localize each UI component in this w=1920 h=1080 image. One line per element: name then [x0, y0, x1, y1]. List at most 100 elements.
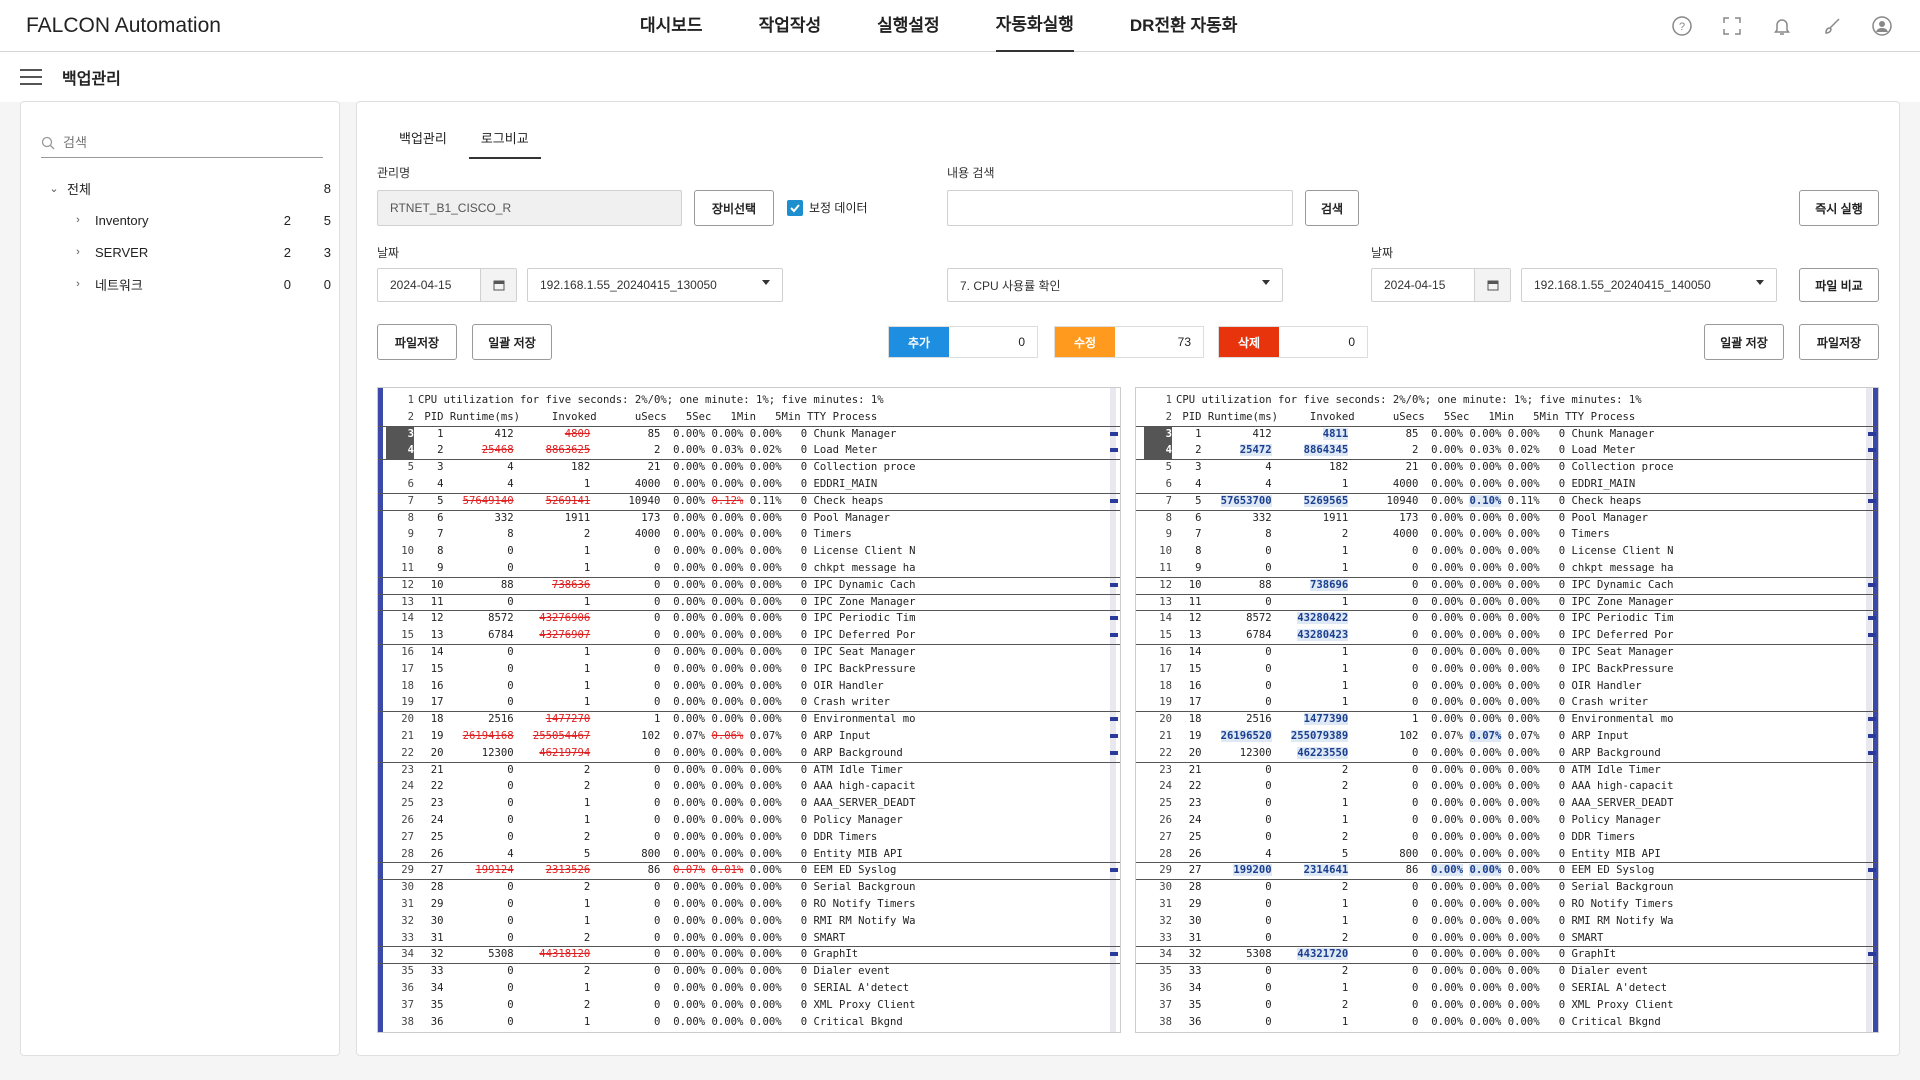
diff-line[interactable]: 7 5 57653700 5269565 10940 0.00% 0.10% 0…: [1136, 493, 1878, 510]
diff-line[interactable]: 37 35 0 2 0 0.00% 0.00% 0.00% 0 XML Prox…: [378, 997, 1120, 1014]
diff-pane-right[interactable]: 1 CPU utilization for five seconds: 2%/0%…: [1135, 387, 1879, 1033]
diff-line[interactable]: 28 26 4 5 800 0.00% 0.00% 0.00% 0 Entity…: [378, 846, 1120, 863]
diff-line[interactable]: 8 6 332 1911 173 0.00% 0.00% 0.00% 0 Poo…: [378, 510, 1120, 527]
content-search-input[interactable]: [947, 190, 1293, 226]
checkbox-checked-icon[interactable]: [787, 199, 803, 216]
diff-line[interactable]: 22 20 12300 46223550 0 0.00% 0.00% 0.00%…: [1136, 745, 1878, 762]
diff-line[interactable]: 26 24 0 1 0 0.00% 0.00% 0.00% 0 Policy M…: [1136, 812, 1878, 829]
diff-line[interactable]: 12 10 88 738636 0 0.00% 0.00% 0.00% 0 IP…: [378, 577, 1120, 594]
run-now-button[interactable]: 즉시 실행: [1799, 190, 1879, 226]
diff-line[interactable]: 14 12 8572 43280422 0 0.00% 0.00% 0.00% …: [1136, 610, 1878, 627]
diff-line[interactable]: 34 32 5308 44318120 0 0.00% 0.00% 0.00% …: [378, 946, 1120, 963]
diff-line[interactable]: 37 35 0 2 0 0.00% 0.00% 0.00% 0 XML Prox…: [1136, 997, 1878, 1014]
diff-line[interactable]: 9 7 8 2 4000 0.00% 0.00% 0.00% 0 Timers: [378, 526, 1120, 543]
diff-line[interactable]: 22 20 12300 46219794 0 0.00% 0.00% 0.00%…: [378, 745, 1120, 762]
menu-icon[interactable]: [20, 69, 42, 85]
diff-line[interactable]: 38 36 0 1 0 0.00% 0.00% 0.00% 0 Critical…: [378, 1014, 1120, 1031]
nav-dashboard[interactable]: 대시보드: [640, 0, 703, 52]
mgmt-field[interactable]: RTNET_B1_CISCO_R: [377, 190, 682, 226]
diff-line[interactable]: 26 24 0 1 0 0.00% 0.00% 0.00% 0 Policy M…: [378, 812, 1120, 829]
diff-line[interactable]: 21 19 26196520 255079389 102 0.07% 0.07%…: [1136, 728, 1878, 745]
diff-line[interactable]: 27 25 0 2 0 0.00% 0.00% 0.00% 0 DDR Time…: [1136, 829, 1878, 846]
tree-item-inventory[interactable]: › Inventory 2 5: [41, 204, 331, 236]
diff-line[interactable]: 30 28 0 2 0 0.00% 0.00% 0.00% 0 Serial B…: [1136, 879, 1878, 896]
diff-line[interactable]: 6 4 4 1 4000 0.00% 0.00% 0.00% 0 EDDRI_M…: [1136, 476, 1878, 493]
diff-line[interactable]: 34 32 5308 44321720 0 0.00% 0.00% 0.00% …: [1136, 946, 1878, 963]
diff-line[interactable]: 25 23 0 1 0 0.00% 0.00% 0.00% 0 AAA_SERV…: [378, 795, 1120, 812]
calendar-icon[interactable]: [1474, 269, 1510, 301]
fullscreen-icon[interactable]: [1720, 14, 1744, 38]
chevron-right-icon[interactable]: ›: [65, 214, 91, 226]
diff-pane-left[interactable]: 1 CPU utilization for five seconds: 2%/0%…: [377, 387, 1121, 1033]
diff-line[interactable]: 19 17 0 1 0 0.00% 0.00% 0.00% 0 Crash wr…: [378, 694, 1120, 711]
nav-job-create[interactable]: 작업작성: [759, 0, 822, 52]
file-select-right[interactable]: 192.168.1.55_20240415_140050: [1521, 268, 1777, 302]
nav-automation-run[interactable]: 자동화실행: [995, 0, 1074, 52]
diff-line[interactable]: 14 12 8572 43276906 0 0.00% 0.00% 0.00% …: [378, 610, 1120, 627]
file-compare-button[interactable]: 파일 비교: [1799, 268, 1879, 302]
diff-line[interactable]: 4 2 25468 8863625 2 0.00% 0.03% 0.02% 0 …: [378, 442, 1120, 460]
diff-line[interactable]: 11 9 0 1 0 0.00% 0.00% 0.00% 0 chkpt mes…: [378, 560, 1120, 577]
diff-line[interactable]: 29 27 199200 2314641 86 0.00% 0.00% 0.00…: [1136, 862, 1878, 879]
diff-line[interactable]: 31 29 0 1 0 0.00% 0.00% 0.00% 0 RO Notif…: [1136, 896, 1878, 913]
diff-line[interactable]: 35 33 0 2 0 0.00% 0.00% 0.00% 0 Dialer e…: [378, 963, 1120, 980]
tree-search-input[interactable]: [63, 135, 303, 150]
diff-line[interactable]: 4 2 25472 8864345 2 0.00% 0.03% 0.02% 0 …: [1136, 442, 1878, 460]
file-select-left[interactable]: 192.168.1.55_20240415_130050: [527, 268, 783, 302]
diff-line[interactable]: 24 22 0 2 0 0.00% 0.00% 0.00% 0 AAA high…: [378, 778, 1120, 795]
nav-run-settings[interactable]: 실행설정: [877, 0, 940, 52]
diff-line[interactable]: 9 7 8 2 4000 0.00% 0.00% 0.00% 0 Timers: [1136, 526, 1878, 543]
brush-icon[interactable]: [1820, 14, 1844, 38]
tree-item-server[interactable]: › SERVER 2 3: [41, 236, 331, 268]
diff-line[interactable]: 13 11 0 1 0 0.00% 0.00% 0.00% 0 IPC Zone…: [378, 594, 1120, 611]
correct-data-checkbox[interactable]: 보정 데이터: [787, 199, 868, 216]
diff-line[interactable]: 21 19 26194168 255054467 102 0.07% 0.06%…: [378, 728, 1120, 745]
diff-line[interactable]: 17 15 0 1 0 0.00% 0.00% 0.00% 0 IPC Back…: [378, 661, 1120, 678]
diff-line[interactable]: 13 11 0 1 0 0.00% 0.00% 0.00% 0 IPC Zone…: [1136, 594, 1878, 611]
diff-line[interactable]: 10 8 0 1 0 0.00% 0.00% 0.00% 0 License C…: [1136, 543, 1878, 560]
calendar-icon[interactable]: [480, 269, 516, 301]
date-input-left[interactable]: 2024-04-15: [377, 268, 517, 302]
save-all-left-button[interactable]: 일괄 저장: [472, 324, 552, 360]
diff-line[interactable]: 16 14 0 1 0 0.00% 0.00% 0.00% 0 IPC Seat…: [378, 644, 1120, 661]
diff-line[interactable]: 36 34 0 1 0 0.00% 0.00% 0.00% 0 SERIAL A…: [1136, 980, 1878, 997]
diff-line[interactable]: 25 23 0 1 0 0.00% 0.00% 0.00% 0 AAA_SERV…: [1136, 795, 1878, 812]
user-icon[interactable]: [1870, 14, 1894, 38]
diff-line[interactable]: 23 21 0 2 0 0.00% 0.00% 0.00% 0 ATM Idle…: [378, 762, 1120, 779]
diff-line[interactable]: 18 16 0 1 0 0.00% 0.00% 0.00% 0 OIR Hand…: [378, 678, 1120, 695]
diff-line[interactable]: 32 30 0 1 0 0.00% 0.00% 0.00% 0 RMI RM N…: [378, 913, 1120, 930]
search-button[interactable]: 검색: [1305, 190, 1359, 226]
equip-select-button[interactable]: 장비선택: [694, 190, 774, 226]
nav-dr-automation[interactable]: DR전환 자동화: [1130, 0, 1237, 52]
tab-log-compare[interactable]: 로그비교: [468, 116, 541, 159]
tab-backup[interactable]: 백업관리: [387, 116, 459, 159]
diff-line[interactable]: 35 33 0 2 0 0.00% 0.00% 0.00% 0 Dialer e…: [1136, 963, 1878, 980]
diff-line[interactable]: 36 34 0 1 0 0.00% 0.00% 0.00% 0 SERIAL A…: [378, 980, 1120, 997]
diff-line[interactable]: 10 8 0 1 0 0.00% 0.00% 0.00% 0 License C…: [378, 543, 1120, 560]
diff-line[interactable]: 15 13 6784 43276907 0 0.00% 0.00% 0.00% …: [378, 627, 1120, 644]
diff-line[interactable]: 16 14 0 1 0 0.00% 0.00% 0.00% 0 IPC Seat…: [1136, 644, 1878, 661]
diff-line[interactable]: 17 15 0 1 0 0.00% 0.00% 0.00% 0 IPC Back…: [1136, 661, 1878, 678]
diff-line[interactable]: 8 6 332 1911 173 0.00% 0.00% 0.00% 0 Poo…: [1136, 510, 1878, 527]
diff-line[interactable]: 12 10 88 738696 0 0.00% 0.00% 0.00% 0 IP…: [1136, 577, 1878, 594]
save-file-right-button[interactable]: 파일저장: [1799, 324, 1879, 360]
app-logo[interactable]: FALCON Automation: [26, 14, 221, 38]
bell-icon[interactable]: [1770, 14, 1794, 38]
chevron-down-icon[interactable]: ⌄: [41, 182, 67, 195]
diff-line[interactable]: 3 1 412 4811 85 0.00% 0.00% 0.00% 0 Chun…: [1136, 425, 1878, 443]
diff-line[interactable]: 11 9 0 1 0 0.00% 0.00% 0.00% 0 chkpt mes…: [1136, 560, 1878, 577]
diff-line[interactable]: 23 21 0 2 0 0.00% 0.00% 0.00% 0 ATM Idle…: [1136, 762, 1878, 779]
diff-line[interactable]: 31 29 0 1 0 0.00% 0.00% 0.00% 0 RO Notif…: [378, 896, 1120, 913]
diff-line[interactable]: 32 30 0 1 0 0.00% 0.00% 0.00% 0 RMI RM N…: [1136, 913, 1878, 930]
tree-item-network[interactable]: › 네트워크 0 0: [41, 268, 331, 300]
diff-line[interactable]: 28 26 4 5 800 0.00% 0.00% 0.00% 0 Entity…: [1136, 846, 1878, 863]
diff-line[interactable]: 29 27 199124 2313526 86 0.07% 0.01% 0.00…: [378, 862, 1120, 879]
diff-line[interactable]: 24 22 0 2 0 0.00% 0.00% 0.00% 0 AAA high…: [1136, 778, 1878, 795]
diff-line[interactable]: 33 31 0 2 0 0.00% 0.00% 0.00% 0 SMART: [1136, 930, 1878, 947]
diff-line[interactable]: 20 18 2516 1477270 1 0.00% 0.00% 0.00% 0…: [378, 711, 1120, 728]
diff-line[interactable]: 5 3 4 182 21 0.00% 0.00% 0.00% 0 Collect…: [378, 459, 1120, 476]
diff-line[interactable]: 30 28 0 2 0 0.00% 0.00% 0.00% 0 Serial B…: [378, 879, 1120, 896]
diff-line[interactable]: 3 1 412 4809 85 0.00% 0.00% 0.00% 0 Chun…: [378, 425, 1120, 443]
diff-line[interactable]: 19 17 0 1 0 0.00% 0.00% 0.00% 0 Crash wr…: [1136, 694, 1878, 711]
diff-line[interactable]: 7 5 57649140 5269141 10940 0.00% 0.12% 0…: [378, 493, 1120, 510]
